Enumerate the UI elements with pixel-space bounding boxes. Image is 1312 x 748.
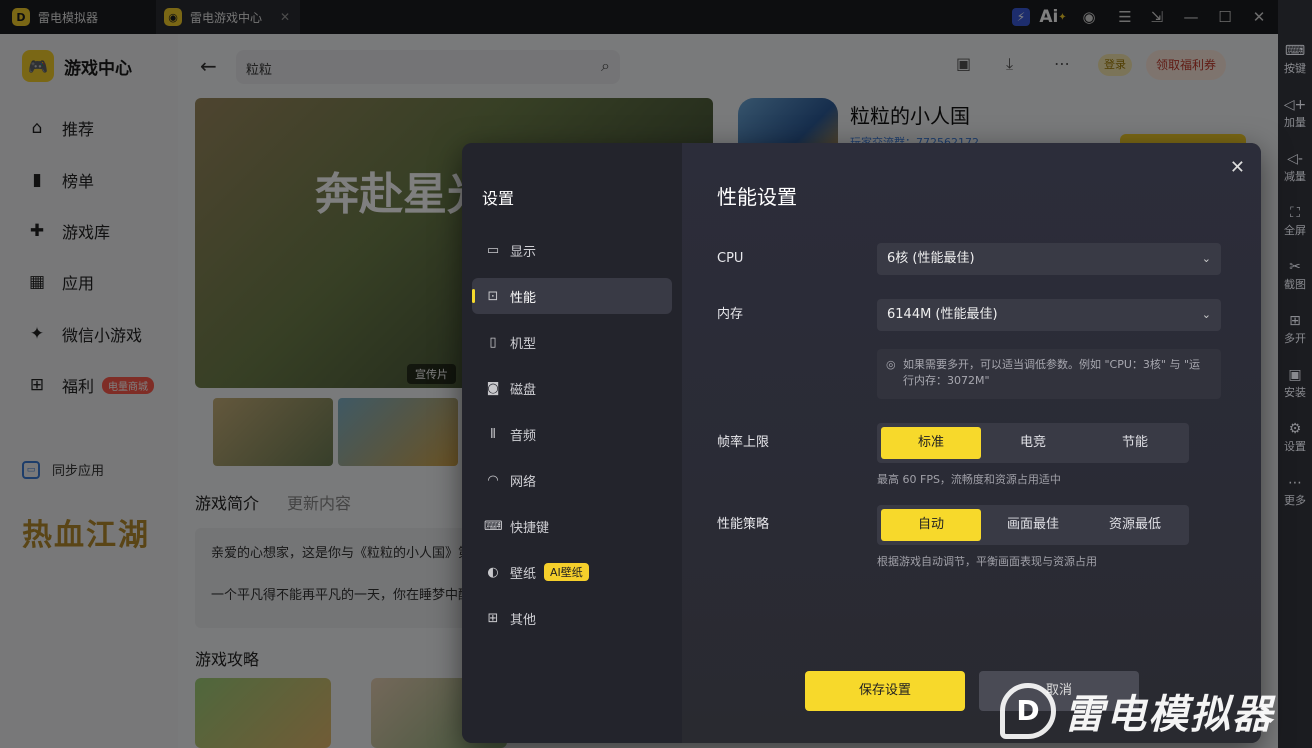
toolbar-label: 按键 [1284,62,1306,75]
settings-item-network[interactable]: ◠ 网络 [472,462,672,498]
settings-item-shortcuts[interactable]: ⌨ 快捷键 [472,508,672,544]
strategy-hint: 根据游戏自动调节，平衡画面表现与资源占用 [877,555,1097,568]
wifi-icon: ◠ [487,472,499,488]
performance-icon: ⊡ [487,288,499,304]
settings-item-display[interactable]: ▭ 显示 [472,232,672,268]
fullscreen-icon: ⛶ [1290,205,1300,221]
gear-icon: ⚙ [1288,421,1302,437]
settings-item-label: 磁盘 [510,382,537,398]
toolbar-label: 多开 [1284,332,1306,345]
toolbar-more[interactable]: ⋯ 更多 [1278,474,1312,508]
strategy-option-min-resource[interactable]: 资源最低 [1085,509,1185,541]
settings-item-label: 性能 [510,290,537,306]
watermark-text: 雷电模拟器 [1064,692,1274,738]
performance-panel: 性能设置 ✕ CPU 6核 (性能最佳) ⌄ 内存 6144M (性能最佳) ⌄… [682,143,1261,743]
toolbar-install[interactable]: ▣ 安装 [1278,366,1312,400]
toolbar-label: 更多 [1284,494,1306,507]
settings-item-label: 壁纸 [510,566,537,582]
toolbar-label: 加量 [1284,116,1306,129]
volume-down-icon: ◁- [1287,151,1303,167]
settings-item-label: 音频 [510,428,537,444]
settings-sidebar: 设置 ▭ 显示 ⊡ 性能 ▯ 机型 ◙ 磁盘 ⦀ 音频 ◠ 网络 ⌨ 快捷键 ◐ 壁纸 AI壁纸 … [462,143,682,743]
save-button[interactable]: 保存设置 [805,671,965,711]
panel-title: 性能设置 [717,185,797,209]
strategy-option-auto[interactable]: 自动 [881,509,981,541]
multi-instance-icon: ⊞ [1289,313,1301,329]
fps-option-power-saving[interactable]: 节能 [1085,427,1185,459]
strategy-label: 性能策略 [717,517,770,532]
fps-option-standard[interactable]: 标准 [881,427,981,459]
strategy-segmented-control: 自动 画面最佳 资源最低 [877,505,1189,545]
settings-item-disk[interactable]: ◙ 磁盘 [472,370,672,406]
settings-title: 设置 [482,189,515,208]
cpu-label: CPU [717,251,744,266]
more-icon: ⋯ [1288,475,1302,491]
memory-label: 内存 [717,307,744,322]
phone-icon: ▯ [489,334,497,350]
settings-item-model[interactable]: ▯ 机型 [472,324,672,360]
audio-icon: ⦀ [490,426,496,442]
toolbar-fullscreen[interactable]: ⛶ 全屏 [1278,204,1312,238]
toolbar-keymap[interactable]: ⌨ 按键 [1278,42,1312,76]
settings-item-label: 机型 [510,336,537,352]
toolbar-label: 全屏 [1284,224,1306,237]
multi-instance-tip: ◎ 如果需要多开，可以适当调低参数。例如 "CPU：3核" 与 "运行内存：30… [877,349,1221,399]
toolbar-volume-down[interactable]: ◁- 减量 [1278,150,1312,184]
fps-option-esports[interactable]: 电竞 [983,427,1083,459]
strategy-option-best-visual[interactable]: 画面最佳 [983,509,1083,541]
watermark: D 雷电模拟器 [1000,678,1274,744]
keyboard-icon: ⌨ [1284,43,1306,59]
toolbar-label: 截图 [1284,278,1306,291]
settings-item-audio[interactable]: ⦀ 音频 [472,416,672,452]
toolbar-label: 减量 [1284,170,1306,183]
toolbar-label: 设置 [1284,440,1306,453]
ai-wallpaper-badge: AI壁纸 [544,563,589,581]
tip-text: 如果需要多开，可以适当调低参数。例如 "CPU：3核" 与 "运行内存：3072… [903,358,1201,387]
settings-item-wallpaper[interactable]: ◐ 壁纸 AI壁纸 [472,554,672,590]
settings-item-label: 快捷键 [510,520,550,536]
info-icon: ◎ [886,358,896,371]
settings-item-other[interactable]: ⊞ 其他 [472,600,672,636]
close-icon[interactable]: ✕ [1230,157,1245,178]
settings-item-performance[interactable]: ⊡ 性能 [472,278,672,314]
disk-icon: ◙ [486,380,500,396]
toolbar-multi[interactable]: ⊞ 多开 [1278,312,1312,346]
cpu-select[interactable]: 6核 (性能最佳) ⌄ [877,243,1221,275]
toolbar-label: 安装 [1284,386,1306,399]
volume-up-icon: ◁+ [1283,97,1307,113]
settings-item-label: 显示 [510,244,537,260]
fps-segmented-control: 标准 电竞 节能 [877,423,1189,463]
toolbar-settings[interactable]: ⚙ 设置 [1278,420,1312,454]
fps-hint: 最高 60 FPS，流畅度和资源占用适中 [877,473,1061,486]
fps-label: 帧率上限 [717,435,770,450]
grid-icon: ⊞ [487,610,499,626]
memory-select[interactable]: 6144M (性能最佳) ⌄ [877,299,1221,331]
settings-dialog: 设置 ▭ 显示 ⊡ 性能 ▯ 机型 ◙ 磁盘 ⦀ 音频 ◠ 网络 ⌨ 快捷键 ◐ 壁纸 AI壁纸 … [462,143,1261,743]
memory-value: 6144M (性能最佳) [887,307,998,322]
settings-item-label: 其他 [510,612,537,628]
chevron-down-icon: ⌄ [1201,252,1211,265]
toolbar-volume-up[interactable]: ◁+ 加量 [1278,96,1312,130]
keyboard-icon: ⌨ [484,518,503,534]
chevron-down-icon: ⌄ [1201,308,1211,321]
toolbar-screenshot[interactable]: ✂ 截图 [1278,258,1312,292]
settings-item-label: 网络 [510,474,537,490]
ldplayer-logo-icon: D [1000,683,1056,739]
cpu-value: 6核 (性能最佳) [887,251,975,266]
scissors-icon: ✂ [1289,259,1301,275]
right-toolbar: ⌨ 按键 ◁+ 加量 ◁- 减量 ⛶ 全屏 ✂ 截图 ⊞ 多开 ▣ 安装 ⚙ 设置 ⋯ 更多 [1278,34,1312,748]
install-icon: ▣ [1288,367,1302,383]
palette-icon: ◐ [487,564,499,580]
monitor-icon: ▭ [486,242,500,258]
